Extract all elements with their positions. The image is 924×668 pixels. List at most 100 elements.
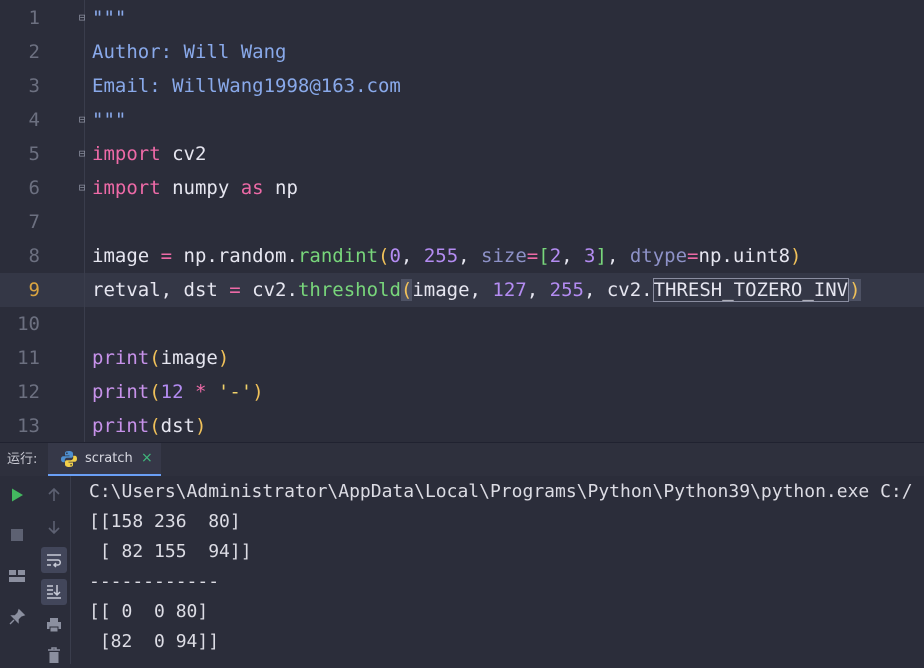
code-token: print (92, 415, 150, 437)
stop-icon[interactable] (4, 522, 30, 548)
code-line[interactable] (85, 307, 924, 341)
code-token: , (526, 279, 550, 301)
code-token: 127 (492, 279, 527, 301)
code-token: 255 (549, 279, 584, 301)
line-number: 9 (28, 279, 40, 301)
code-token: , cv2. (583, 279, 653, 301)
code-line[interactable]: import numpy as np (85, 171, 924, 205)
code-token: Author: Will Wang (92, 41, 287, 63)
code-token: np.uint8 (698, 245, 791, 267)
code-token: image, (412, 279, 493, 301)
code-line-text: print(image) (92, 341, 229, 375)
code-token: cv2. (240, 279, 298, 301)
scroll-to-end-icon[interactable] (41, 579, 67, 605)
code-token: ( (149, 381, 161, 403)
code-token: ( (149, 415, 161, 437)
line-number: 1 (28, 7, 40, 29)
code-token: as (240, 177, 264, 199)
code-token: , (400, 245, 424, 267)
code-token: print (92, 347, 150, 369)
layout-icon[interactable] (4, 563, 30, 589)
code-line-text: """ (92, 1, 126, 35)
line-number: 7 (28, 211, 40, 233)
console-line: [82 0 94]] (89, 631, 220, 652)
code-line-text: """ (92, 103, 126, 137)
code-token: dtype (629, 245, 688, 267)
code-token: np (263, 177, 298, 199)
code-token: ] (595, 245, 607, 267)
line-number: 5 (28, 143, 40, 165)
code-token: image (92, 245, 161, 267)
code-token: 3 (584, 245, 596, 267)
line-number: 4 (28, 109, 40, 131)
code-line-text: print(dst) (92, 409, 206, 442)
code-token: threshold (297, 279, 401, 301)
console-line: [ 82 155 94]] (89, 541, 252, 562)
code-line[interactable]: """ (85, 1, 924, 35)
code-line[interactable]: retval, dst = cv2.threshold(image, 127 , … (85, 273, 924, 307)
code-line-text: Email: WillWang1998@163.com (92, 69, 401, 103)
code-line[interactable] (85, 205, 924, 239)
code-line[interactable]: print(image) (85, 341, 924, 375)
trash-icon[interactable] (41, 642, 67, 668)
code-token: = (160, 245, 173, 267)
code-token: numpy (160, 177, 241, 199)
code-token: , (606, 245, 630, 267)
code-line[interactable]: Email: WillWang1998@163.com (85, 69, 924, 103)
run-icon[interactable] (4, 482, 30, 508)
line-number: 11 (17, 347, 40, 369)
code-line[interactable]: print(dst) (85, 409, 924, 442)
tab-scratch[interactable]: scratch × (48, 443, 161, 476)
tab-scratch-label: scratch (85, 451, 133, 466)
code-line[interactable]: Author: Will Wang (85, 35, 924, 69)
close-icon[interactable]: × (141, 443, 153, 474)
code-token: import (92, 177, 161, 199)
code-token: ) (849, 279, 861, 301)
code-line[interactable]: """ (85, 103, 924, 137)
code-token: 255 (423, 245, 459, 267)
code-line-text: import numpy as np (92, 171, 298, 205)
code-token: = (687, 245, 699, 267)
code-line-text: import cv2 (92, 137, 206, 171)
code-token: """ (92, 7, 127, 29)
up-arrow-icon[interactable] (41, 482, 67, 508)
line-number: 8 (28, 245, 40, 267)
code-line[interactable]: import cv2 (85, 137, 924, 171)
code-token: ( (378, 245, 390, 267)
console-line: [[158 236 80] (89, 511, 241, 532)
run-panel-label: 运行: (7, 452, 38, 467)
code-area[interactable]: """ Author: Will Wang Email: WillWang1998@… (85, 0, 924, 442)
code-token: THRESH_TOZERO_INV (652, 278, 850, 302)
code-token: print (92, 381, 150, 403)
code-token: import (92, 143, 161, 165)
run-panel-header: 运行: scratch × (0, 442, 924, 476)
code-token: Email: WillWang1998@163.com (92, 75, 401, 97)
code-token: size (481, 245, 527, 267)
line-number: 6 (28, 177, 40, 199)
code-line-text: print(12 * '-') (92, 375, 264, 409)
code-token: = (229, 279, 241, 301)
line-number: 2 (28, 41, 40, 63)
code-token: '-' (217, 381, 253, 403)
code-token: 2 (549, 245, 562, 267)
line-number: 10 (17, 313, 40, 335)
code-token: * (195, 381, 207, 403)
code-editor[interactable]: 1 ⊟ 2 3 4 ⊟ 5 ⊟ 6 ⊟ 7 8 9 10 11 12 13 """ Author: Will Wa… (0, 0, 924, 442)
code-token: = (526, 245, 539, 267)
code-token: [ (538, 245, 550, 267)
code-line[interactable]: print(12 * '-') (85, 375, 924, 409)
soft-wrap-icon[interactable] (41, 547, 67, 573)
console-output[interactable]: C:\Users\Administrator\AppData\Local\Pro… (71, 476, 924, 664)
line-number-gutter: 1 ⊟ 2 3 4 ⊟ 5 ⊟ 6 ⊟ 7 8 9 10 11 12 13 (0, 0, 85, 442)
code-token: ( (149, 347, 161, 369)
print-icon[interactable] (41, 612, 67, 638)
run-toolbar (0, 476, 71, 664)
code-token: ) (194, 415, 207, 437)
code-line-text: Author: Will Wang (92, 35, 286, 69)
pin-icon[interactable] (4, 604, 30, 630)
down-arrow-icon[interactable] (41, 514, 67, 540)
code-line[interactable]: image = np.random.randint(0, 255, size=[… (85, 239, 924, 273)
code-token: retval, dst (92, 279, 230, 301)
